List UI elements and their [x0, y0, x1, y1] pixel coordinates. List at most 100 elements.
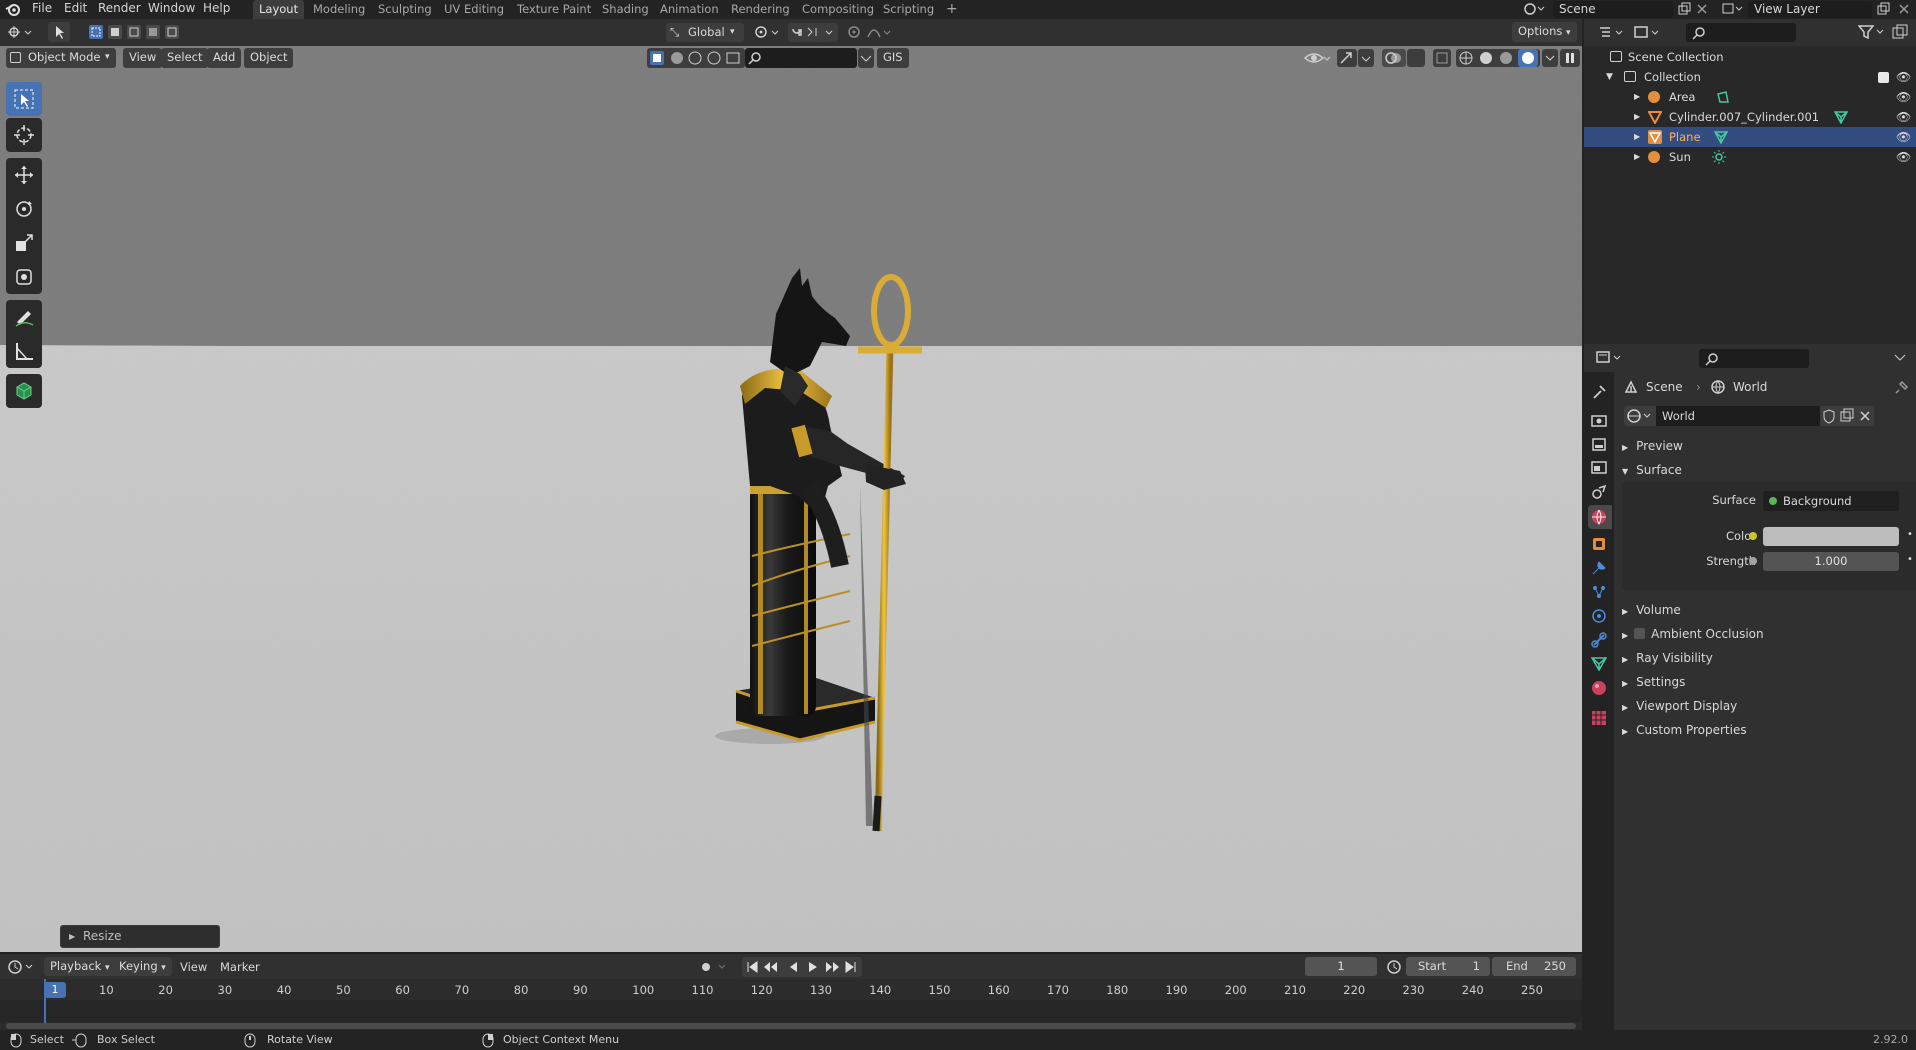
view-layer-browse-icon[interactable]	[1722, 2, 1744, 16]
object-tab-icon[interactable]	[1591, 536, 1607, 552]
keyframe-dot-icon[interactable]: •	[1907, 529, 1913, 540]
shading-mode-icons[interactable]	[1456, 48, 1540, 68]
outliner-row-cylinder[interactable]: ▶ Cylinder.007_Cylinder.001 👁	[1584, 107, 1916, 127]
playback-controls[interactable]	[742, 957, 862, 977]
tab-modeling[interactable]: Modeling	[307, 0, 371, 19]
tab-layout[interactable]: Layout	[253, 0, 305, 19]
ao-checkbox[interactable]	[1634, 628, 1646, 639]
surface-shader-field[interactable]: Background	[1763, 491, 1899, 511]
timeline-editor-type-icon[interactable]	[8, 959, 36, 975]
outliner-row-collection[interactable]: ▼ Collection 👁	[1584, 67, 1916, 87]
rotate-tool[interactable]	[6, 192, 42, 226]
visibility-dropdown-icon[interactable]	[1302, 48, 1332, 68]
select-box-tool[interactable]	[6, 82, 42, 116]
panel-volume[interactable]: ▶ Volume	[1622, 599, 1681, 621]
record-button[interactable]	[697, 958, 729, 976]
gis-dropdown-icon[interactable]	[858, 48, 874, 68]
display-mode-icon[interactable]	[1634, 25, 1662, 41]
shading-dropdown-icon[interactable]	[1542, 48, 1558, 68]
add-workspace-button[interactable]: +	[940, 0, 964, 19]
panel-surface[interactable]: ▼ Surface	[1622, 459, 1682, 481]
cursor-tool[interactable]	[6, 118, 42, 152]
delete-view-layer-icon[interactable]	[1897, 2, 1911, 16]
expand-arrow-icon[interactable]: ▶	[1634, 107, 1640, 127]
pin-icon[interactable]	[1895, 380, 1909, 394]
tab-texture-paint[interactable]: Texture Paint	[511, 0, 597, 19]
view-menu[interactable]: View	[123, 48, 163, 68]
tab-compositing[interactable]: Compositing	[796, 0, 880, 19]
gis-tool-icons[interactable]	[647, 48, 745, 68]
object-mode-dropdown[interactable]: Object Mode ▾	[6, 48, 116, 68]
fake-user-icon[interactable]	[1820, 406, 1838, 426]
panel-ambient-occlusion[interactable]: ▶ Ambient Occlusion	[1622, 623, 1764, 645]
panel-ray-visibility[interactable]: ▶ Ray Visibility	[1622, 647, 1713, 669]
eye-icon[interactable]: 👁	[1896, 87, 1911, 107]
delete-scene-icon[interactable]	[1695, 2, 1709, 16]
outliner-row-area[interactable]: ▶ Area 👁	[1584, 87, 1916, 107]
outliner-search-input[interactable]	[1686, 23, 1796, 42]
expand-arrow-icon[interactable]: ▶	[1634, 147, 1640, 167]
keying-menu[interactable]: Keying ▾	[113, 957, 172, 976]
blender-logo-icon[interactable]	[5, 2, 21, 17]
new-view-layer-icon[interactable]	[1876, 2, 1890, 16]
add-cube-tool[interactable]	[6, 374, 42, 408]
new-scene-icon[interactable]	[1677, 2, 1691, 16]
scene-tab-icon[interactable]	[1591, 484, 1607, 500]
view-layer-field[interactable]: View Layer	[1748, 1, 1872, 18]
keyframe-dot-icon[interactable]: •	[1907, 554, 1913, 565]
gizmo-toggle-icon[interactable]	[1336, 48, 1376, 68]
annotate-tool[interactable]	[6, 300, 42, 334]
filter-icon[interactable]	[1858, 24, 1886, 40]
menu-file[interactable]: File	[32, 0, 52, 19]
scene-browse-icon[interactable]	[1524, 2, 1546, 16]
tab-uv-editing[interactable]: UV Editing	[438, 0, 510, 19]
active-tool-icon[interactable]	[48, 22, 70, 42]
timeline-track-area[interactable]	[0, 1000, 1582, 1022]
xray-toggle-icon[interactable]	[1432, 48, 1452, 68]
menu-help[interactable]: Help	[203, 0, 230, 19]
proportional-edit-icon[interactable]	[846, 23, 894, 42]
constraints-tab-icon[interactable]	[1591, 632, 1607, 648]
current-frame-field[interactable]: 1	[1305, 957, 1377, 976]
3d-viewport[interactable]	[0, 46, 1582, 952]
new-collection-icon[interactable]	[1891, 24, 1909, 40]
end-frame-field[interactable]: End 250	[1492, 957, 1576, 976]
texture-tab-icon[interactable]	[1591, 710, 1607, 726]
select-mode-icons[interactable]	[88, 23, 182, 41]
options-dropdown[interactable]: Options ▾	[1512, 22, 1577, 42]
chevron-down-icon[interactable]	[1894, 353, 1906, 363]
outliner-row-scene-collection[interactable]: Scene Collection	[1584, 47, 1916, 67]
gis-menu[interactable]: GIS	[877, 48, 909, 68]
tool-tab-icon[interactable]	[1591, 384, 1607, 400]
material-tab-icon[interactable]	[1591, 680, 1607, 696]
gis-search-input[interactable]	[745, 48, 857, 68]
editor-type-icon[interactable]	[6, 23, 34, 41]
world-tab-icon[interactable]	[1588, 505, 1612, 529]
output-tab-icon[interactable]	[1591, 436, 1607, 452]
expand-arrow-icon[interactable]: ▶	[1634, 127, 1640, 147]
data-tab-icon[interactable]	[1591, 656, 1607, 672]
physics-tab-icon[interactable]	[1591, 608, 1607, 624]
measure-tool[interactable]	[6, 334, 42, 368]
properties-search-input[interactable]	[1699, 349, 1809, 368]
world-name-field[interactable]: World	[1656, 406, 1820, 426]
snapping-toggle[interactable]	[788, 23, 838, 42]
unlink-world-icon[interactable]	[1856, 406, 1874, 426]
new-world-icon[interactable]	[1838, 406, 1856, 426]
overlay-toggle-icon[interactable]	[1381, 48, 1427, 68]
menu-render[interactable]: Render	[98, 0, 141, 19]
timeline-marker-menu[interactable]: Marker	[220, 958, 260, 976]
transform-tool[interactable]	[6, 260, 42, 294]
timeline-scrollbar[interactable]	[6, 1023, 1576, 1029]
orientation-dropdown[interactable]: ⤡ Global ▾	[666, 23, 744, 42]
menu-edit[interactable]: Edit	[64, 0, 87, 19]
strength-field[interactable]: 1.000	[1763, 552, 1899, 571]
checkbox-exclude[interactable]	[1878, 72, 1889, 83]
tab-rendering[interactable]: Rendering	[725, 0, 796, 19]
scale-tool[interactable]	[6, 226, 42, 260]
pivot-point-icon[interactable]	[752, 23, 784, 42]
panel-viewport-display[interactable]: ▶ Viewport Display	[1622, 695, 1737, 717]
particles-tab-icon[interactable]	[1591, 584, 1607, 600]
object-menu[interactable]: Object	[244, 48, 294, 68]
playback-menu[interactable]: Playback ▾	[44, 957, 116, 976]
